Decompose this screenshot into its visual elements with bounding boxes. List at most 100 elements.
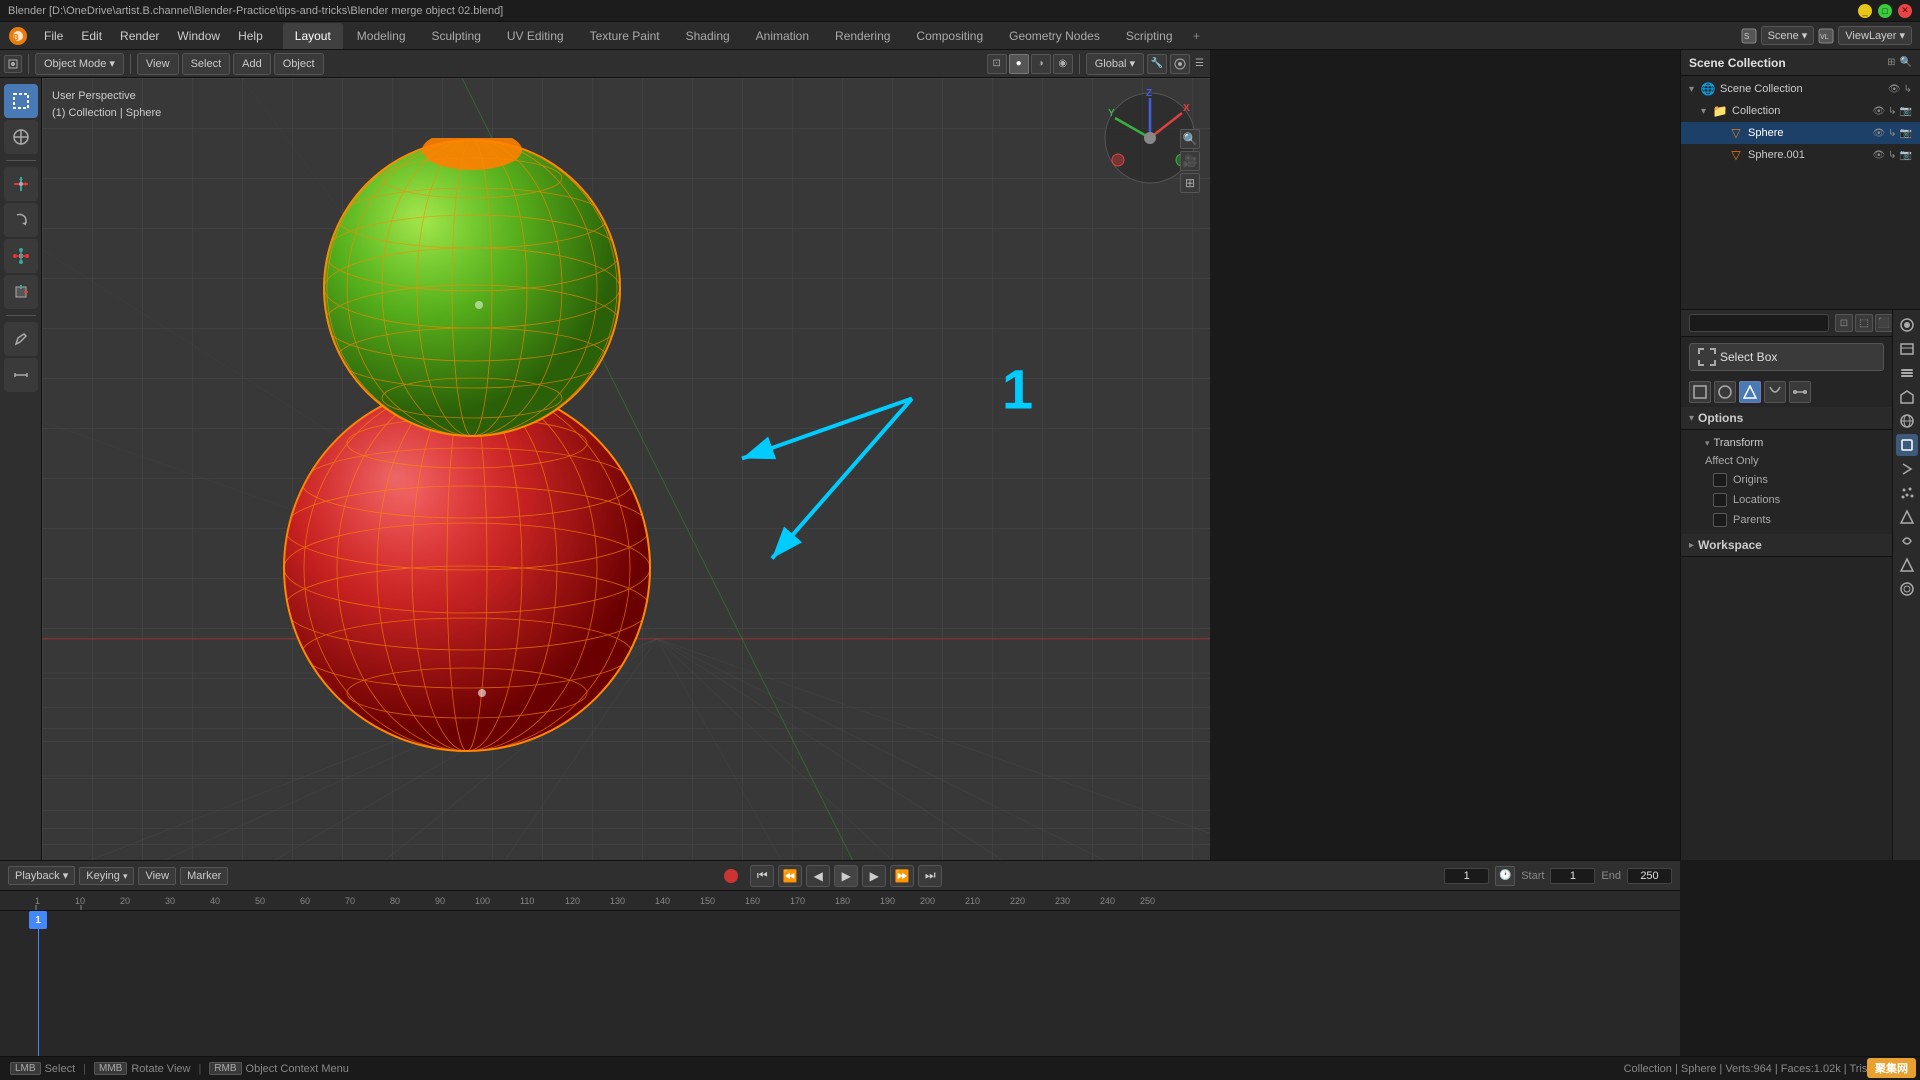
scene-props-btn[interactable] (1896, 386, 1918, 408)
material-props-btn[interactable] (1896, 578, 1918, 600)
vis-restrict-icon[interactable]: ↳ (1904, 84, 1912, 95)
menu-render[interactable]: Render (112, 27, 167, 45)
transform-tool-btn[interactable] (4, 275, 38, 309)
tool-icon-2[interactable]: ⬚ (1855, 314, 1873, 332)
physics-props-btn[interactable] (1896, 506, 1918, 528)
workspace-section-header[interactable]: ▸ Workspace (1681, 534, 1892, 557)
play-btn[interactable]: ▶ (834, 865, 858, 887)
keying-menu-btn[interactable]: Keying (79, 867, 134, 885)
tab-uv-editing[interactable]: UV Editing (495, 23, 576, 49)
camera-view-btn[interactable]: 🎥 (1180, 151, 1200, 171)
transform-subsection-header[interactable]: ▾ Transform (1689, 434, 1884, 452)
scene-selector[interactable]: Scene ▾ (1761, 26, 1815, 45)
constraints-props-btn[interactable] (1896, 530, 1918, 552)
tool-mode-btn-3[interactable] (1739, 381, 1761, 403)
next-keyframe-btn[interactable]: ▶ (862, 865, 886, 887)
outliner-collection[interactable]: ▾ 📁 Collection 👁 ↳ 📷 (1681, 100, 1920, 122)
tab-scripting[interactable]: Scripting (1114, 23, 1185, 49)
locations-checkbox[interactable] (1713, 493, 1727, 507)
solid-shading-btn[interactable]: ● (1009, 54, 1029, 74)
menu-help[interactable]: Help (230, 27, 271, 45)
vis-eye-icon[interactable]: 👁 (1888, 84, 1901, 95)
view-menu[interactable]: View (137, 53, 179, 75)
tool-icon-3[interactable]: ⬛ (1875, 314, 1892, 332)
minimize-button[interactable]: _ (1858, 4, 1872, 18)
render-shading-btn[interactable]: ◉ (1053, 54, 1073, 74)
add-menu[interactable]: Add (233, 53, 271, 75)
object-menu[interactable]: Object (274, 53, 324, 75)
tab-modeling[interactable]: Modeling (345, 23, 418, 49)
menu-file[interactable]: File (36, 27, 71, 45)
end-frame-input[interactable]: 250 (1627, 868, 1672, 884)
move-tool-btn[interactable] (4, 167, 38, 201)
collection-render-icon[interactable]: 📷 (1900, 106, 1912, 117)
outliner-sphere[interactable]: ▾ ▽ Sphere 👁 ↳ 📷 (1681, 122, 1920, 144)
tab-animation[interactable]: Animation (744, 23, 821, 49)
marker-menu-btn[interactable]: Marker (180, 867, 228, 885)
select-menu[interactable]: Select (182, 53, 231, 75)
sphere-restrict-icon[interactable]: ↳ (1888, 128, 1896, 139)
tab-rendering[interactable]: Rendering (823, 23, 902, 49)
frame-clock-icon[interactable]: 🕐 (1495, 866, 1515, 886)
view-layer-props-btn[interactable] (1896, 362, 1918, 384)
outliner-scene-collection[interactable]: ▾ 🌐 Scene Collection 👁 ↳ (1681, 78, 1920, 100)
select-box-btn[interactable]: Select Box (1689, 343, 1884, 371)
prev-keyframe-btn[interactable]: ◀ (806, 865, 830, 887)
data-props-btn[interactable] (1896, 554, 1918, 576)
sphere-eye-icon[interactable]: 👁 (1872, 128, 1885, 139)
view-menu-btn[interactable]: View (138, 867, 176, 885)
tab-texture-paint[interactable]: Texture Paint (578, 23, 672, 49)
tool-mode-btn-2[interactable] (1714, 381, 1736, 403)
collection-eye-icon[interactable]: 👁 (1872, 106, 1885, 117)
close-button[interactable]: ✕ (1898, 4, 1912, 18)
viewlayer-selector[interactable]: ViewLayer ▾ (1838, 26, 1912, 45)
jump-to-start-btn[interactable]: ⏮ (750, 865, 774, 887)
output-props-btn[interactable] (1896, 338, 1918, 360)
annotate-tool-btn[interactable] (4, 322, 38, 356)
zoom-to-fit-btn[interactable]: 🔍 (1180, 129, 1200, 149)
options-section-header[interactable]: ▾ Options (1681, 407, 1892, 430)
snap-toggle[interactable]: 🔧 (1147, 54, 1167, 74)
sphere001-eye-icon[interactable]: 👁 (1872, 150, 1885, 161)
tab-shading[interactable]: Shading (674, 23, 742, 49)
editor-type-btn[interactable] (4, 55, 22, 73)
overlay-btn[interactable]: ☰ (1193, 56, 1206, 71)
jump-to-end-btn[interactable]: ⏭ (918, 865, 942, 887)
rotate-tool-btn[interactable] (4, 203, 38, 237)
menu-edit[interactable]: Edit (73, 27, 110, 45)
world-props-btn[interactable] (1896, 410, 1918, 432)
outliner-sphere-001[interactable]: ▾ ▽ Sphere.001 👁 ↳ 📷 (1681, 144, 1920, 166)
proportional-edit-toggle[interactable] (1170, 54, 1190, 74)
origins-checkbox[interactable] (1713, 473, 1727, 487)
scale-tool-btn[interactable] (4, 239, 38, 273)
tool-mode-btn-4[interactable] (1764, 381, 1786, 403)
cursor-tool-btn[interactable] (4, 120, 38, 154)
outliner-search-btn[interactable]: 🔍 (1900, 57, 1912, 68)
timeline-track[interactable]: 1 (0, 911, 1680, 1057)
tool-mode-btn-1[interactable] (1689, 381, 1711, 403)
current-frame-input[interactable]: 1 (1444, 868, 1489, 884)
add-workspace-button[interactable]: + (1187, 29, 1207, 43)
outliner-filter-btn[interactable]: ⊞ (1887, 57, 1895, 68)
navigation-gizmo[interactable]: X Y Z 🔍 🎥 ⊞ (1100, 88, 1200, 188)
sphere-render-icon[interactable]: 📷 (1900, 128, 1912, 139)
start-frame-input[interactable]: 1 (1550, 868, 1595, 884)
select-box-tool-btn[interactable] (4, 84, 38, 118)
measure-tool-btn[interactable] (4, 358, 38, 392)
tool-search-input[interactable] (1689, 314, 1829, 332)
global-transform-dropdown[interactable]: Global ▾ (1086, 53, 1144, 75)
wireframe-shading-btn[interactable]: ⊡ (987, 54, 1007, 74)
tab-geometry-nodes[interactable]: Geometry Nodes (997, 23, 1112, 49)
modifier-props-btn[interactable] (1896, 458, 1918, 480)
playback-menu-btn[interactable]: Playback ▾ (8, 866, 75, 885)
object-mode-dropdown[interactable]: Object Mode ▾ (35, 53, 124, 75)
step-back-btn[interactable]: ⏪ (778, 865, 802, 887)
tool-icon-1[interactable]: ⊡ (1835, 314, 1853, 332)
sphere001-restrict-icon[interactable]: ↳ (1888, 150, 1896, 161)
object-props-btn[interactable] (1896, 434, 1918, 456)
tab-sculpting[interactable]: Sculpting (420, 23, 493, 49)
tab-compositing[interactable]: Compositing (904, 23, 995, 49)
step-forward-btn[interactable]: ⏩ (890, 865, 914, 887)
menu-window[interactable]: Window (169, 27, 228, 45)
tool-mode-btn-5[interactable] (1789, 381, 1811, 403)
